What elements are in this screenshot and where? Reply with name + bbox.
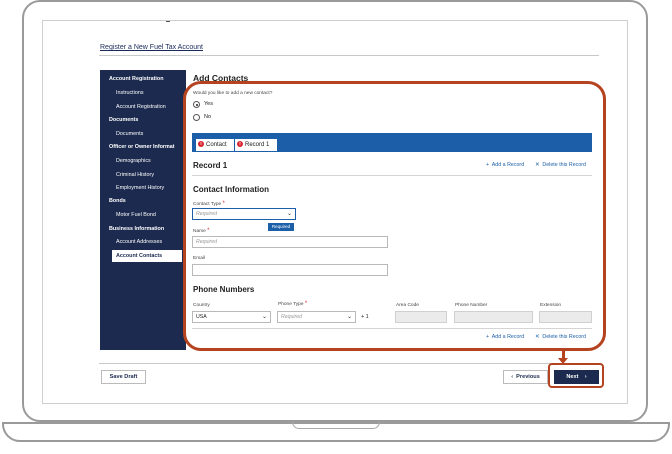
save-draft-button[interactable]: Save Draft [101, 370, 146, 384]
sidebar-nav: Account Registration Instructions Accoun… [100, 70, 186, 350]
focus-highlight-box [183, 81, 606, 351]
chevron-left-icon: ‹ [511, 374, 514, 380]
previous-label: Previous [516, 374, 540, 380]
next-button-highlight [548, 363, 604, 388]
sidebar-head-documents[interactable]: Documents [100, 117, 195, 123]
sidebar-item-account-contacts[interactable]: Account Contacts [112, 250, 182, 262]
footer-divider [99, 363, 599, 364]
sidebar-head-bonds[interactable]: Bonds [100, 198, 195, 204]
sidebar-head-account-registration[interactable]: Account Registration [100, 76, 195, 82]
laptop-notch [292, 422, 380, 429]
previous-button[interactable]: ‹ Previous [503, 370, 548, 384]
camera-dot [166, 21, 170, 22]
title-divider [99, 55, 599, 56]
sidebar-head-officer-owner[interactable]: Officer or Owner Informat [100, 144, 195, 150]
sidebar-head-business-information[interactable]: Business Information [100, 226, 195, 232]
page-title[interactable]: Register a New Fuel Tax Account [100, 44, 203, 51]
